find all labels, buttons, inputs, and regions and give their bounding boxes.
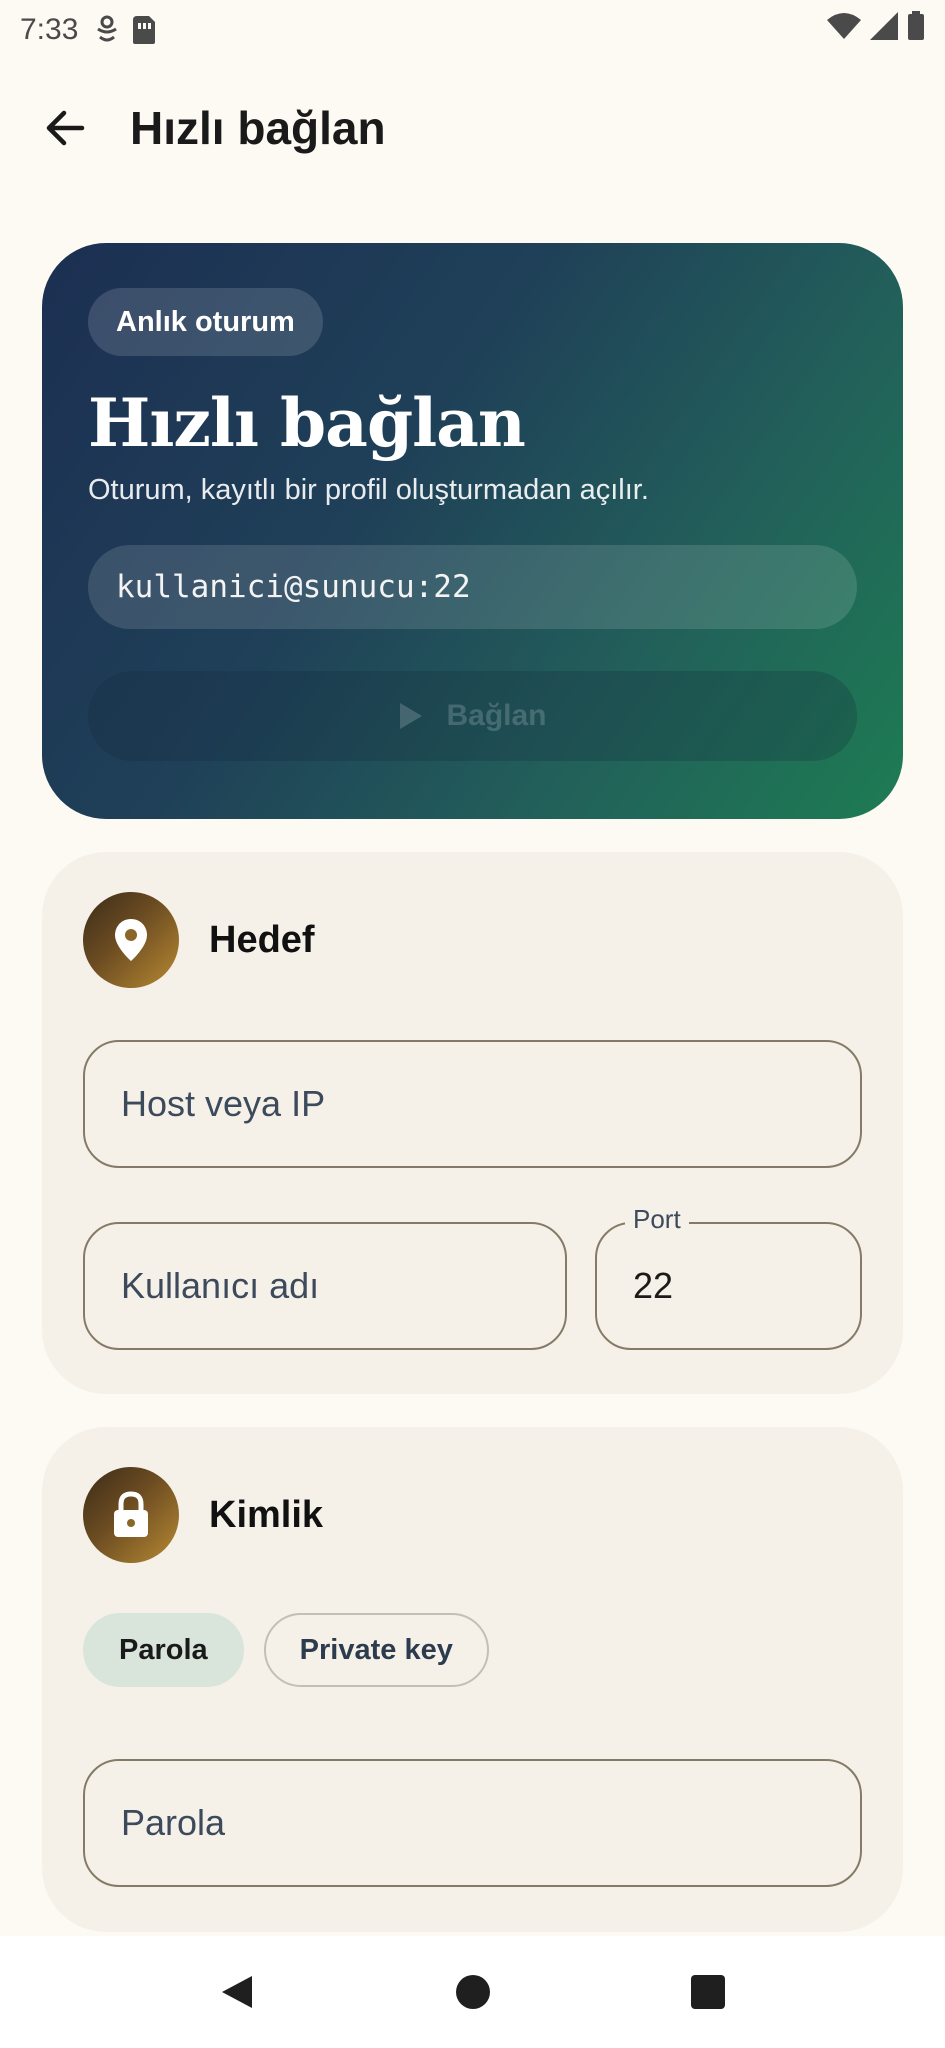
hero-subtitle: Oturum, kayıtlı bir profil oluşturmadan … (88, 474, 649, 506)
app-bar: Hızlı bağlan (0, 80, 945, 176)
lock-icon (83, 1467, 179, 1563)
port-input[interactable]: Port 22 (595, 1204, 862, 1350)
port-value: 22 (633, 1265, 674, 1306)
auth-method-selector: Parola Private key (83, 1613, 862, 1687)
host-placeholder: Host veya IP (121, 1083, 326, 1124)
battery-icon (907, 11, 925, 49)
password-placeholder: Parola (121, 1802, 226, 1843)
identity-card-title: Kimlik (209, 1493, 324, 1536)
identity-card: Kimlik Parola Private key Parola (42, 1427, 903, 1932)
location-pin-icon (83, 892, 179, 988)
home-circle-icon (455, 1975, 490, 2009)
status-time: 7:33 (20, 13, 79, 46)
page-title: Hızlı bağlan (130, 102, 386, 154)
auth-option-private-key[interactable]: Private key (263, 1613, 489, 1687)
host-input[interactable]: Host veya IP (83, 1040, 862, 1168)
session-chip: Anlık oturum (88, 288, 323, 356)
auth-option-password[interactable]: Parola (83, 1613, 244, 1687)
nav-back-button[interactable] (208, 1962, 268, 2022)
nav-recents-button[interactable] (678, 1962, 738, 2022)
accessibility-icon (94, 15, 120, 45)
hero-title: Hızlı bağlan (88, 384, 526, 462)
connection-preview: kullanici@sunucu:22 (88, 545, 857, 629)
recents-square-icon (690, 1975, 725, 2009)
back-button[interactable] (40, 103, 90, 153)
target-card: Hedef Host veya IP Kullanıcı adı Port 22 (42, 852, 903, 1394)
cell-signal-icon (869, 11, 899, 49)
password-input[interactable]: Parola (83, 1759, 862, 1887)
target-card-title: Hedef (209, 918, 315, 961)
status-bar: 7:33 (0, 0, 945, 60)
play-icon (400, 703, 423, 729)
port-label: Port (625, 1204, 689, 1235)
username-input[interactable]: Kullanıcı adı (83, 1222, 567, 1350)
sim-card-icon (132, 15, 156, 45)
hero-card: Anlık oturum Hızlı bağlan Oturum, kayıtl… (42, 243, 903, 819)
wifi-icon (827, 12, 861, 48)
target-card-header: Hedef (83, 892, 862, 988)
identity-card-header: Kimlik (83, 1467, 862, 1563)
connect-button[interactable]: Bağlan (88, 671, 857, 761)
arrow-left-icon (46, 110, 85, 146)
connect-label: Bağlan (446, 699, 547, 732)
system-nav-bar (0, 1936, 945, 2048)
nav-home-button[interactable] (443, 1962, 503, 2022)
back-triangle-icon (221, 1976, 252, 2008)
username-placeholder: Kullanıcı adı (121, 1265, 320, 1306)
